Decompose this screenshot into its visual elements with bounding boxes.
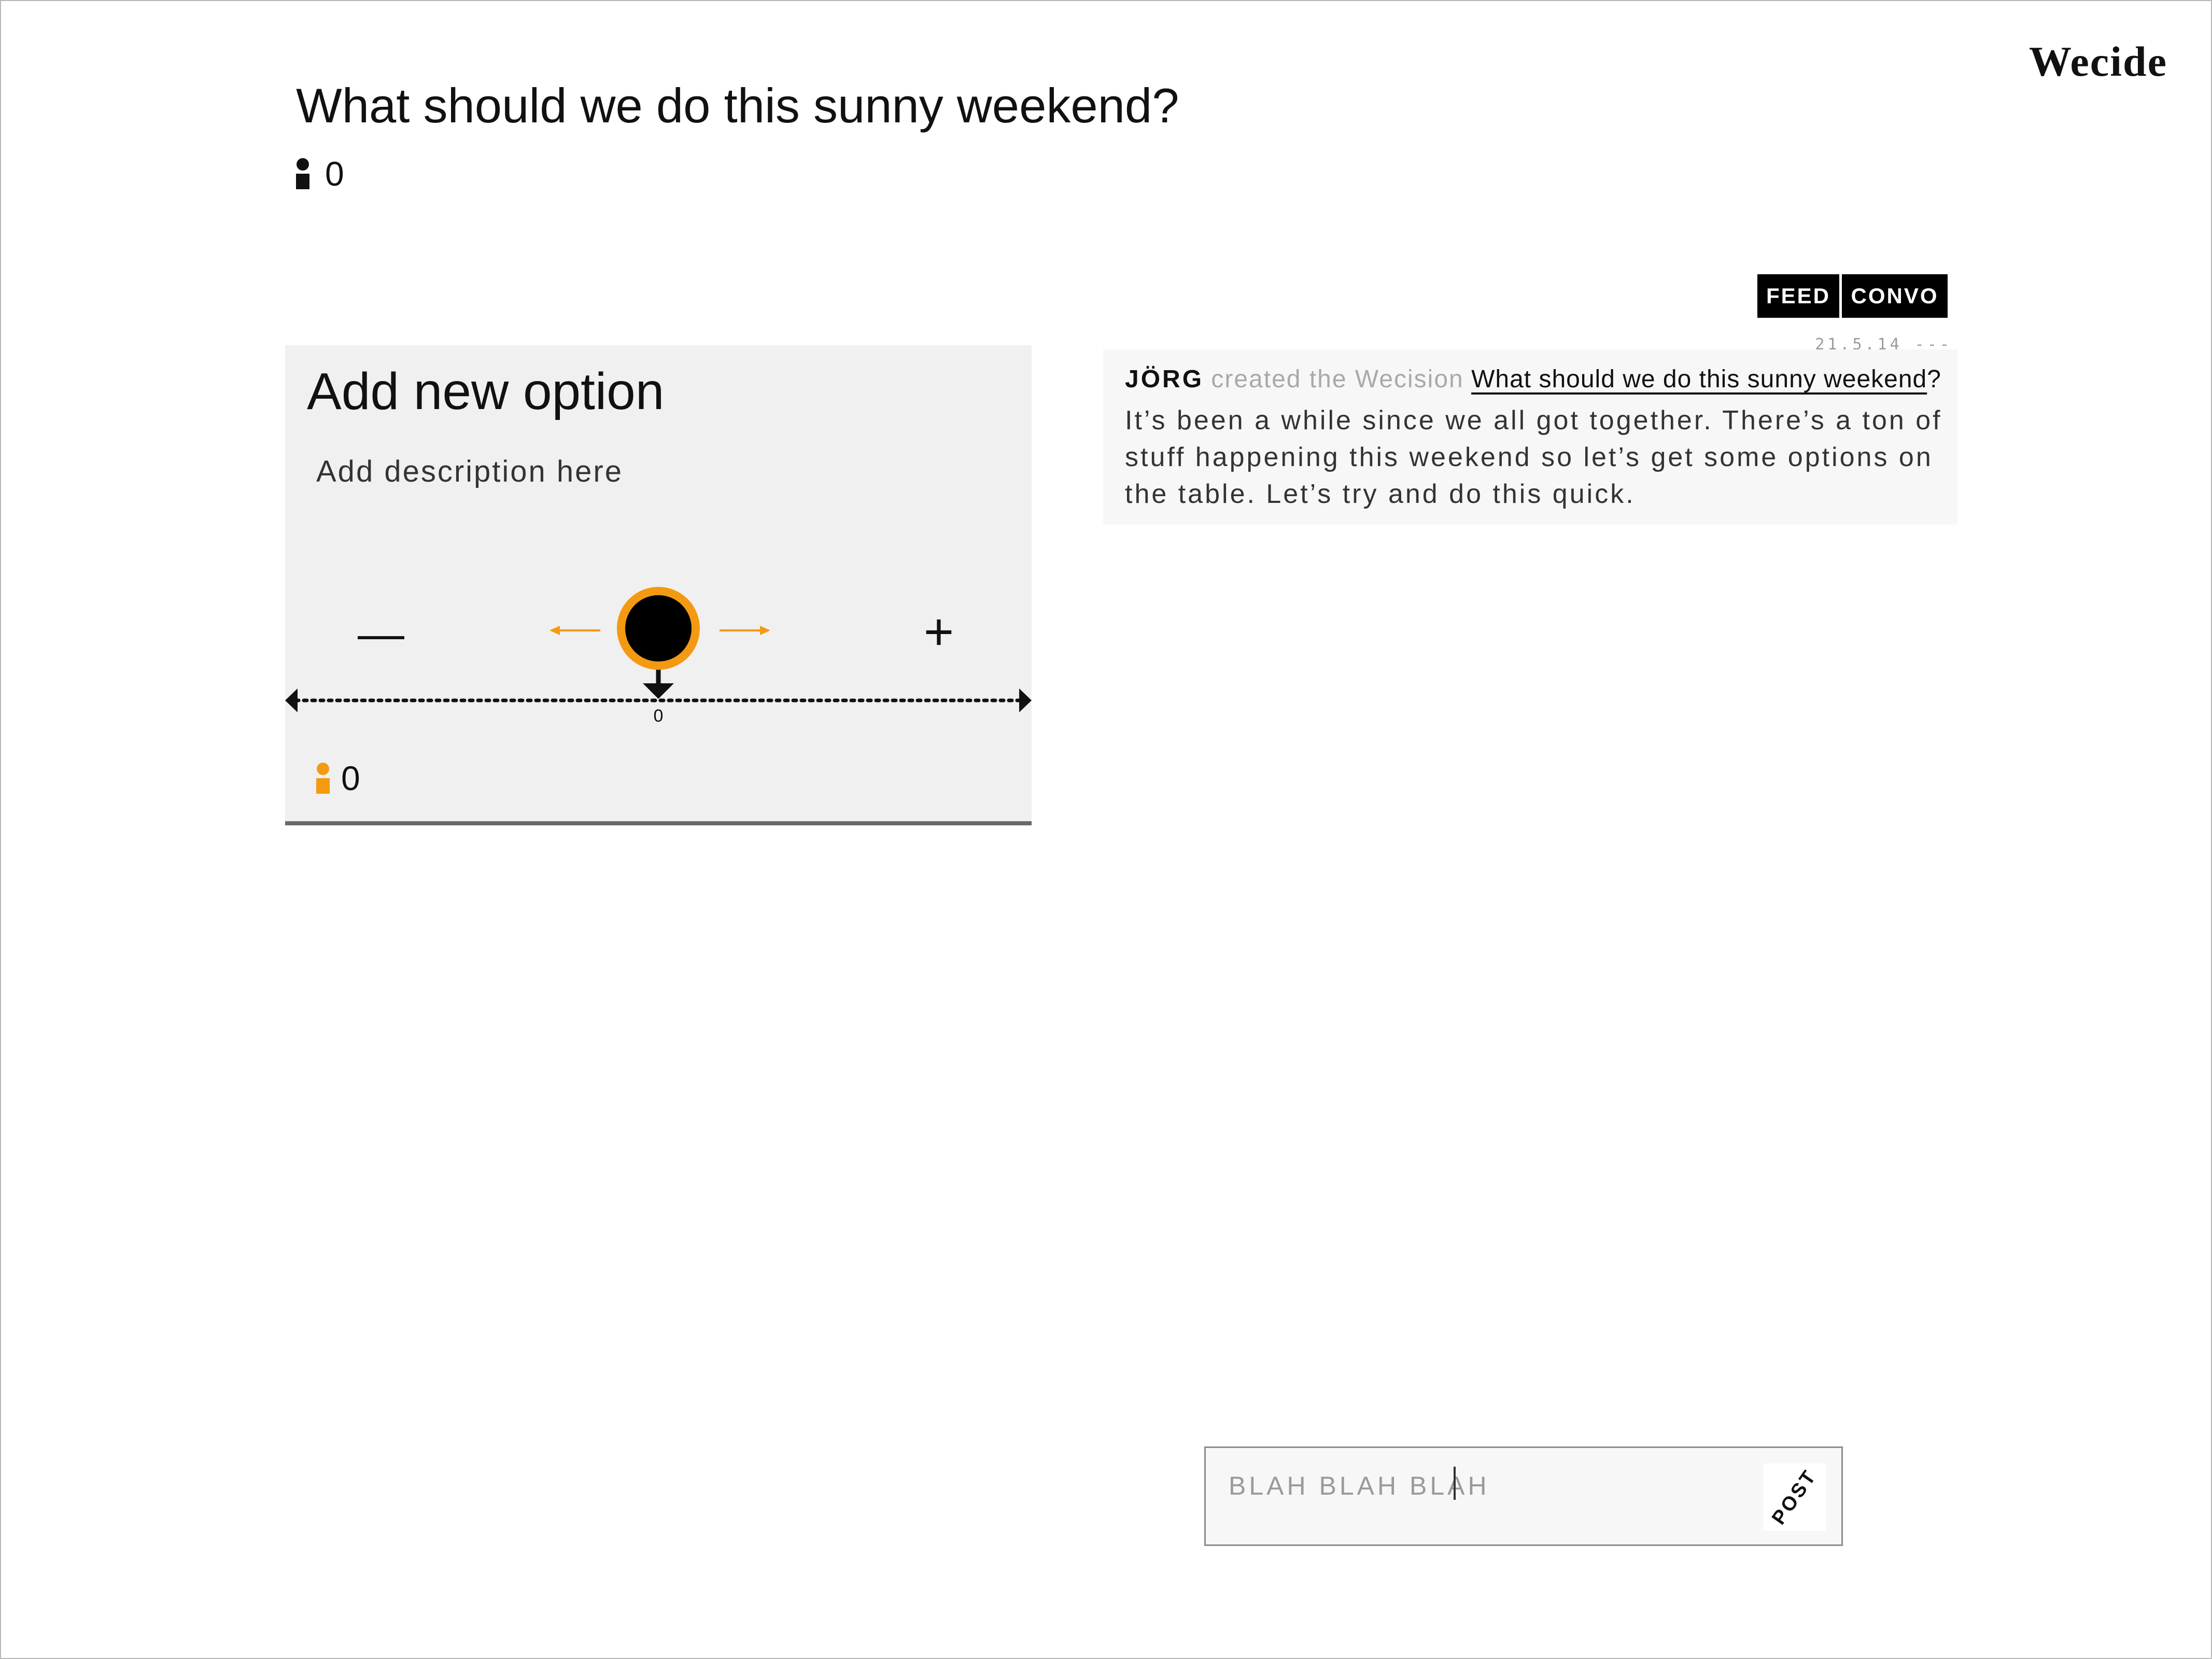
post-body: It’s been a while since we all got toget… <box>1125 405 1942 509</box>
participant-count: 0 <box>296 154 344 193</box>
post-header: JÖRG created the Wecision What should we… <box>1125 365 1941 393</box>
app-logo[interactable]: Wecide <box>2029 37 2167 86</box>
increase-button[interactable]: + <box>920 603 958 661</box>
page-title: What should we do this sunny weekend? <box>296 78 1179 133</box>
participant-count-value: 0 <box>325 154 344 193</box>
slider-right-arrow-icon <box>1019 688 1032 712</box>
window-frame <box>0 0 2212 1659</box>
decision-link[interactable]: What should we do this sunny weekend <box>1471 365 1927 393</box>
comment-box: POST <box>1204 1446 1843 1546</box>
post-button-label: POST <box>1768 1465 1822 1529</box>
post-button[interactable]: POST <box>1764 1464 1826 1531</box>
comment-input[interactable] <box>1229 1468 1747 1504</box>
text-cursor <box>1454 1467 1456 1500</box>
slider-left-arrow-icon <box>285 688 298 712</box>
slider-pointer-icon <box>643 683 674 699</box>
tab-feed[interactable]: FEED <box>1757 274 1839 318</box>
post-author[interactable]: JÖRG <box>1125 365 1204 393</box>
view-tabs: FEED CONVO <box>1757 274 1948 318</box>
tab-convo[interactable]: CONVO <box>1842 274 1948 318</box>
drag-right-arrow-icon <box>720 626 770 635</box>
decision-question-mark: ? <box>1927 365 1941 393</box>
rating-slider <box>285 587 1032 712</box>
drag-left-arrow-icon <box>550 626 600 635</box>
option-voter-count-value: 0 <box>341 759 360 797</box>
option-voter-count: 0 <box>316 759 360 797</box>
person-icon <box>316 763 330 794</box>
decrease-button[interactable]: — <box>358 608 404 660</box>
feed-post: JÖRG created the Wecision What should we… <box>1103 349 1957 525</box>
slider-handle[interactable] <box>617 587 700 670</box>
person-icon <box>296 158 309 189</box>
slider-value-label: 0 <box>653 706 664 726</box>
new-option-card: Add new option Add description here — + … <box>285 345 1032 825</box>
post-action: created the Wecision <box>1211 365 1464 393</box>
